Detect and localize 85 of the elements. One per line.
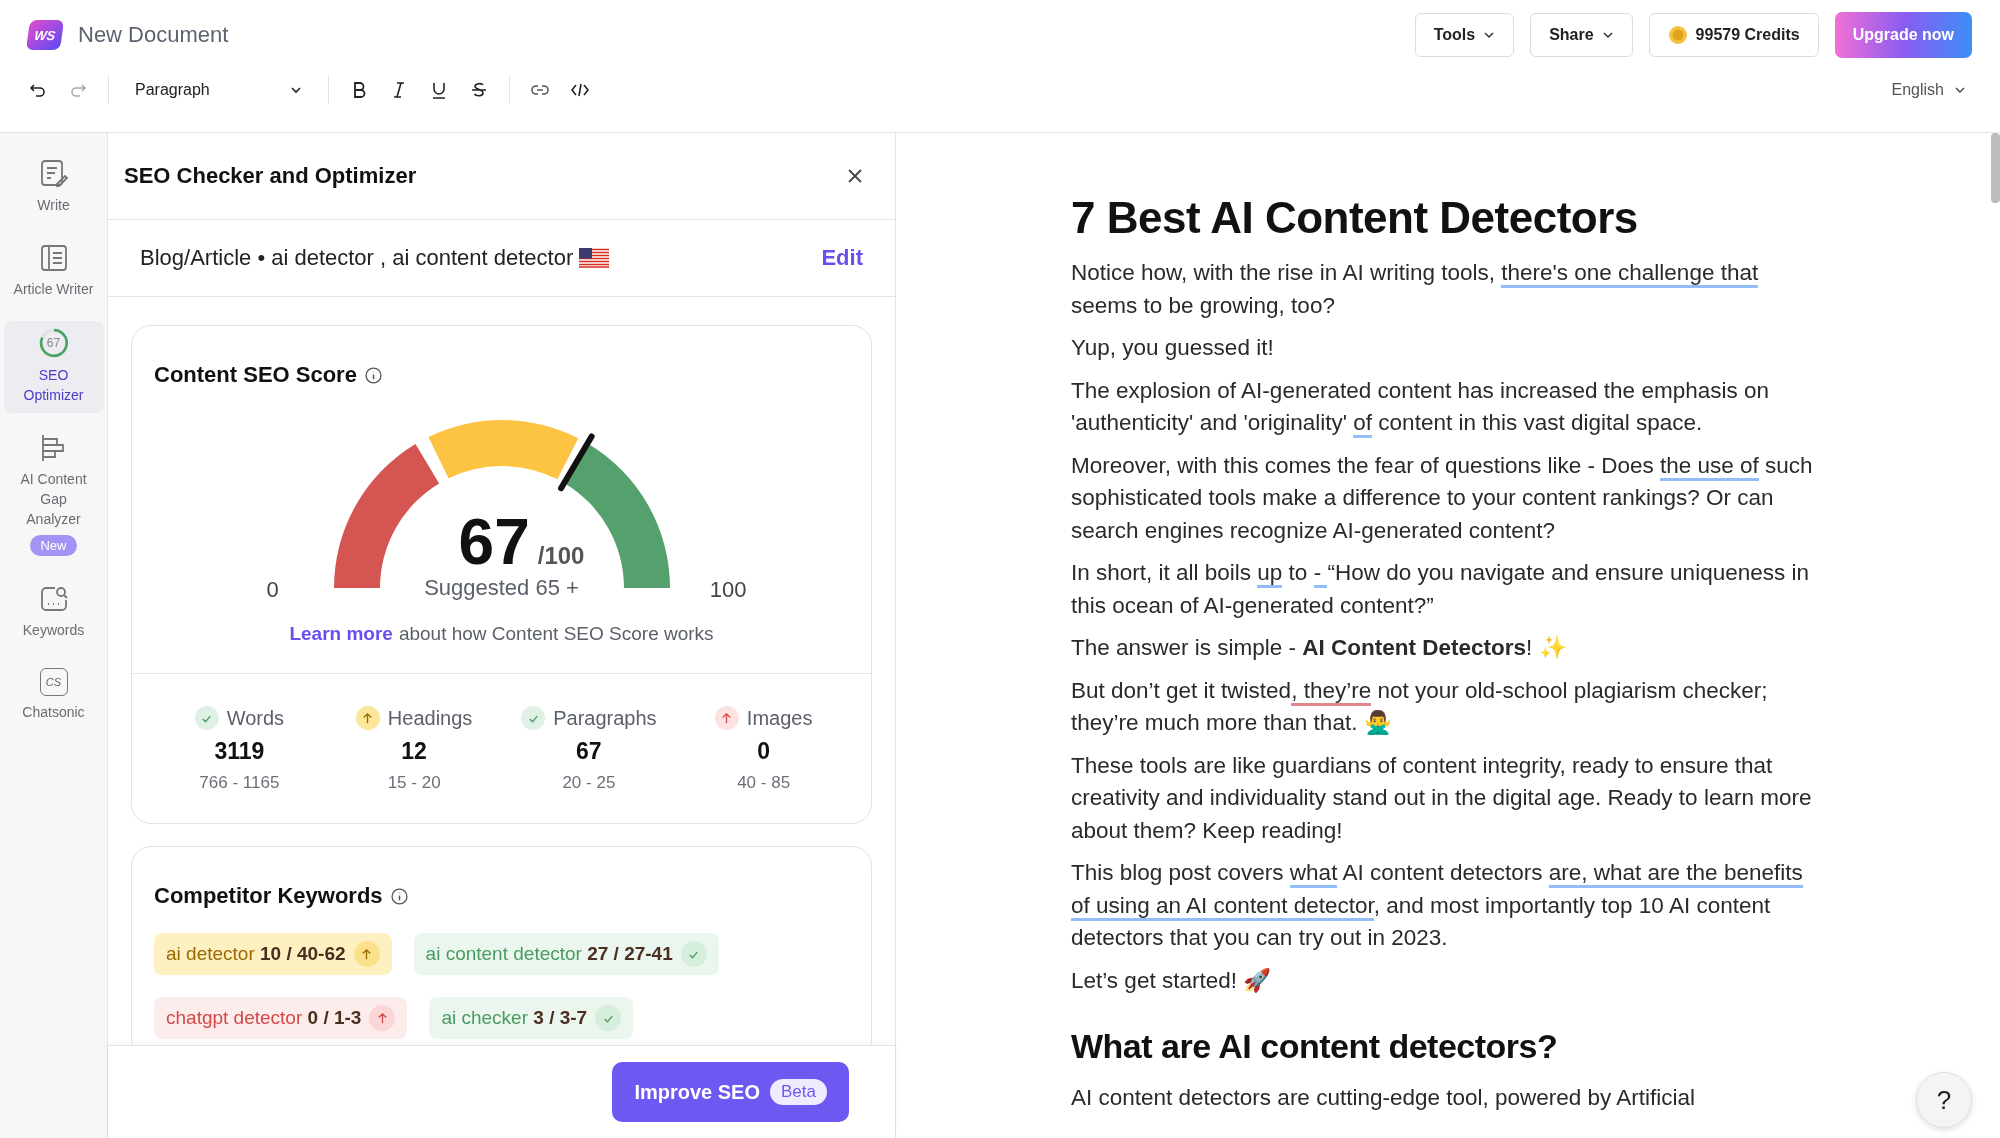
- arrow-up-icon: [714, 706, 739, 730]
- paragraph: But don’t get it twisted, they’re not your old-school plagiarism checker; they’re much more than that. 🙅‍♂: [1071, 676, 1769, 737]
- document-title-heading: 7 Best AI Content Detectors: [1071, 193, 1639, 243]
- arrow-up-icon: [353, 941, 380, 967]
- check-icon: [194, 706, 219, 730]
- card-title: Competitor Keywords: [154, 883, 383, 909]
- metric-range: 766 - 1165: [199, 773, 280, 793]
- paragraph: The explosion of AI-generated content has increased the emphasis on 'authenticity' and 'originality' of content in this vast digital space.: [1071, 374, 1821, 440]
- metric-label: Paragraphs: [553, 706, 657, 730]
- check-icon: [595, 1005, 622, 1031]
- metric-range: 15 - 20: [387, 773, 441, 793]
- credits-button[interactable]: 99579 Credits: [1648, 13, 1819, 57]
- check-icon: [521, 706, 546, 730]
- chevron-down-icon: [1483, 29, 1496, 41]
- chevron-down-icon: [289, 84, 302, 96]
- paragraph: AI content detectors are cutting-edge tool, powered by Artificial: [1071, 1084, 1697, 1112]
- gauge-min-label: 0: [266, 577, 279, 603]
- document-title: New Document: [78, 22, 229, 48]
- metric-range: 40 - 85: [737, 773, 791, 793]
- share-button[interactable]: Share: [1530, 13, 1633, 57]
- book-icon: [38, 243, 69, 273]
- edit-link[interactable]: Edit: [821, 245, 863, 271]
- panel-title: SEO Checker and Optimizer: [124, 163, 417, 189]
- upgrade-button[interactable]: Upgrade now: [1834, 12, 1972, 58]
- paragraph: Moreover, with this comes the fear of questions like - Does the use of such sophisticated tools make a difference to your content rankings? Or can search engines recognize AI-generated content?: [1071, 451, 1814, 545]
- chevron-down-icon: [1601, 29, 1614, 41]
- sidebar-item[interactable]: AI Content Gap Analyzer New: [3, 427, 104, 564]
- paragraph: These tools are like guardians of content integrity, ready to ensure that creativity and individuality stand out in the digital age. Ready to learn more about them? Keep reading!: [1071, 751, 1813, 845]
- metric-label: Words: [226, 706, 285, 730]
- gauge-max-label: 100: [709, 577, 747, 603]
- keyword-chip[interactable]: ai detector 10 / 40-62: [154, 933, 392, 975]
- score-value: 67: [458, 509, 530, 575]
- sidebar-item[interactable]: Keywords: [3, 578, 104, 648]
- block-style-dropdown[interactable]: Paragraph: [129, 77, 308, 103]
- metric-value: 12: [401, 738, 427, 765]
- paragraph: In short, it all boils up to - “How do you navigate and ensure uniqueness in this ocean of AI-generated content?”: [1071, 559, 1810, 620]
- keyword-chip[interactable]: ai content detector 27 / 27-41: [413, 933, 719, 975]
- metric-value: 3119: [214, 738, 265, 765]
- improve-seo-button[interactable]: Improve SEO Beta: [612, 1062, 849, 1122]
- sidebar-item[interactable]: 67 SEO Optimizer: [3, 321, 104, 413]
- new-badge: New: [30, 535, 77, 556]
- section-heading: What are AI content detectors?: [1071, 1027, 1559, 1066]
- language-dropdown[interactable]: English: [1885, 80, 1972, 100]
- metric-value: 0: [757, 738, 770, 765]
- sidebar-label: Keywords: [21, 621, 86, 640]
- info-icon: [364, 366, 382, 384]
- arrow-up-icon: [369, 1005, 396, 1031]
- sidebar-label: Write: [36, 196, 71, 215]
- paragraph: Yup, you guessed it!: [1071, 334, 1275, 362]
- learn-more-text: about how Content SEO Score works: [398, 623, 714, 645]
- app-logo: WS: [25, 20, 65, 50]
- metric-label: Images: [746, 706, 813, 730]
- paragraph: Let’s get started! 🚀: [1071, 966, 1273, 995]
- card-title: Content SEO Score: [154, 362, 357, 388]
- score-max: /100: [537, 542, 585, 570]
- help-button[interactable]: ?: [1916, 1072, 1972, 1128]
- sidebar-item[interactable]: CS Chatsonic: [3, 662, 104, 730]
- metric-label: Headings: [387, 706, 473, 730]
- paragraph: This blog post covers what AI content detectors are, what are the benefits of using an AI content detector, and most importantly top 10 AI content detectors that you can try out in 2023.: [1071, 859, 1804, 952]
- arrow-up-icon: [355, 706, 380, 730]
- info-icon: [390, 887, 408, 905]
- paragraph: Notice how, with the rise in AI writing tools, there's one challenge that seems to be growing, too?: [1071, 259, 1760, 320]
- paragraph: The answer is simple - AI Content Detectors! ✨: [1071, 634, 1568, 662]
- metric-value: 67: [576, 738, 602, 765]
- flag-icon: [579, 248, 610, 268]
- document-pen-icon: [38, 159, 69, 189]
- sidebar-label: Chatsonic: [21, 703, 86, 722]
- sidebar-label: SEO Optimizer: [22, 366, 85, 405]
- check-icon: [680, 941, 707, 967]
- score-ring-icon: 67: [37, 327, 70, 359]
- keyword-summary: Blog/Article • ai detector , ai content detector: [140, 245, 574, 271]
- keyword-search-icon: [38, 584, 69, 614]
- suggested-score: Suggested 65 +: [424, 575, 579, 601]
- keyword-chip[interactable]: ai checker 3 / 3-7: [429, 997, 634, 1039]
- metric-range: 20 - 25: [562, 773, 616, 793]
- coin-icon: [1667, 25, 1688, 45]
- sidebar-label: Article Writer: [13, 280, 94, 299]
- chatsonic-icon: CS: [39, 668, 68, 696]
- sidebar-item[interactable]: Write: [3, 153, 104, 223]
- tools-button[interactable]: Tools: [1414, 13, 1515, 57]
- keyword-chip[interactable]: chatgpt detector 0 / 1-3: [154, 997, 408, 1039]
- learn-more-link[interactable]: Learn more: [289, 623, 393, 645]
- sidebar-item[interactable]: Article Writer: [3, 237, 104, 307]
- scrollbar[interactable]: [1991, 133, 2000, 203]
- sidebar-label: AI Content Gap Analyzer: [19, 470, 88, 529]
